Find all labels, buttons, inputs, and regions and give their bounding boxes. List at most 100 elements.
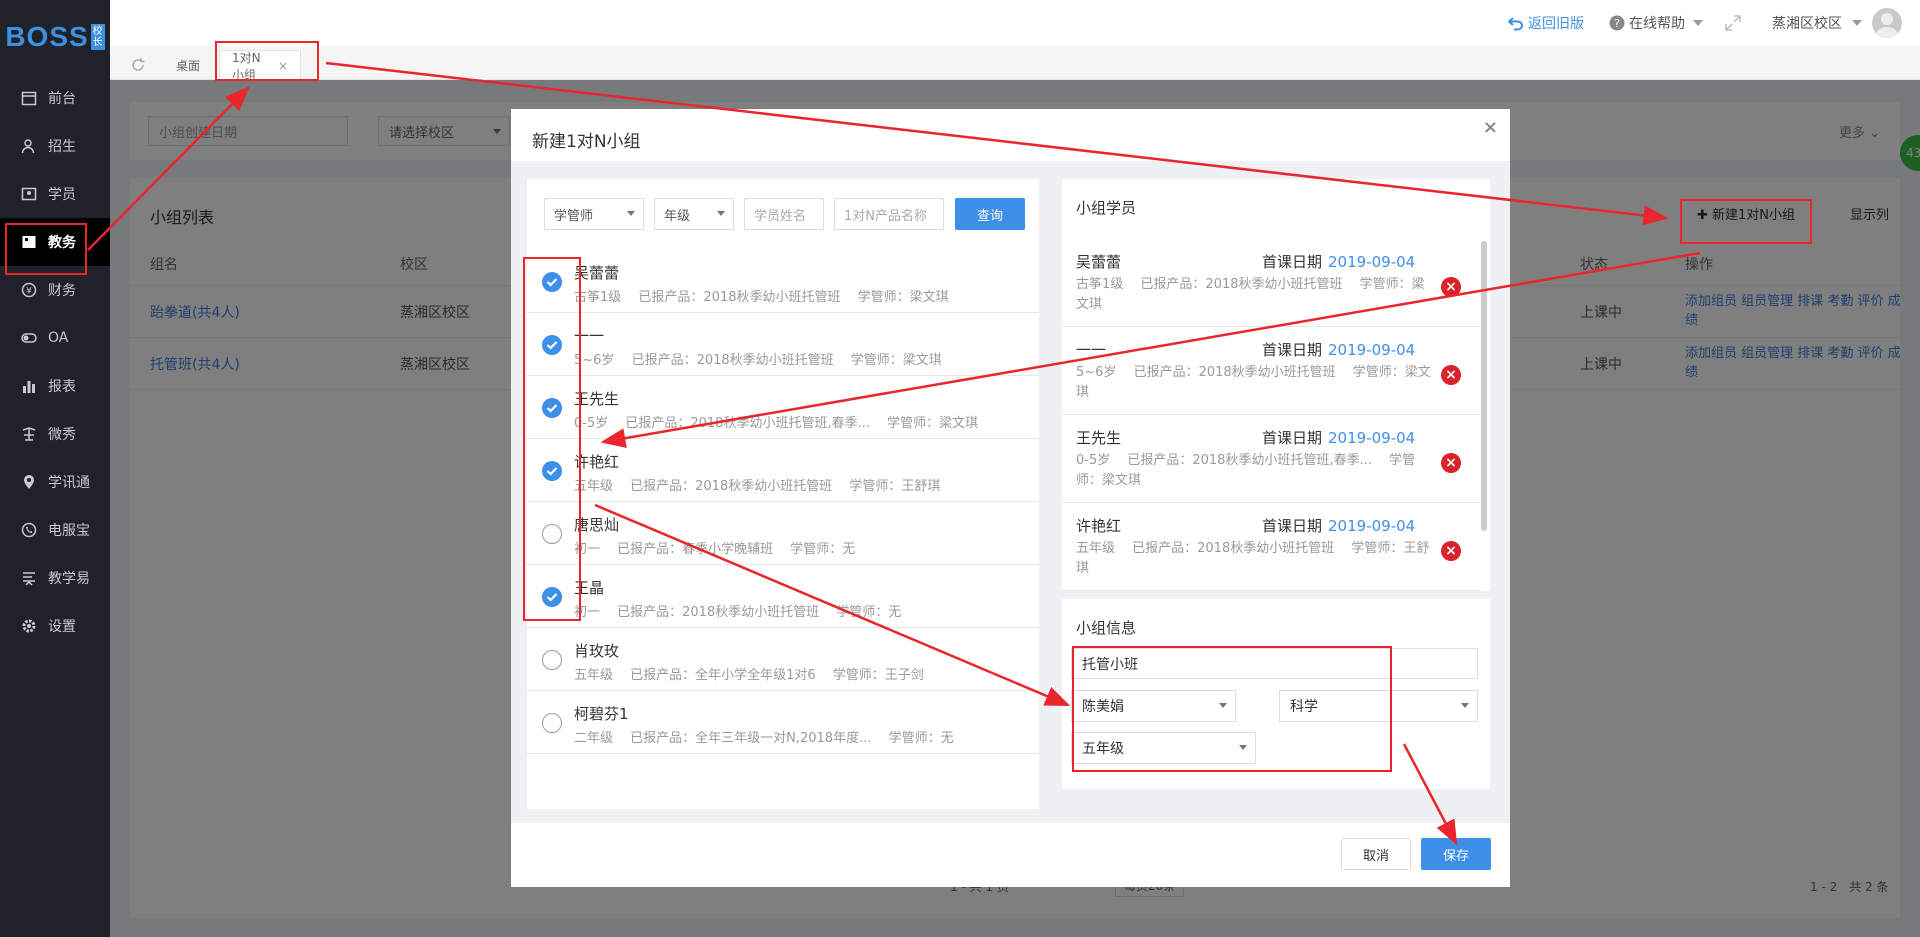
sidebar-nav: 前台 招生 学员 教务 ¥ 财务 OA 报表 微秀 学讯通 电服宝 教学易 设置 <box>0 74 110 650</box>
member-name: 王先生 <box>1076 429 1122 447</box>
sidebar-item-label: 学讯通 <box>48 475 90 491</box>
student-info: 五年级 已报产品：全年小学全年级1对6 学管师：王子剑 <box>574 668 924 683</box>
sidebar-item-0[interactable]: 前台 <box>0 74 110 122</box>
remove-member-icon[interactable]: × <box>1441 453 1461 473</box>
member-info: 古筝1级 已报产品：2018秋季幼小班托管班 学管师：梁文琪 <box>1076 277 1425 312</box>
student-name-input[interactable]: 学员姓名 <box>744 198 824 230</box>
chevron-down-icon <box>1461 703 1469 708</box>
first-class-date: 首课日期 2019-09-04 <box>1262 251 1415 272</box>
student-info: 5~6岁 已报产品：2018秋季幼小班托管班 学管师：梁文琪 <box>574 353 942 368</box>
student-row[interactable]: 一一 5~6岁 已报产品：2018秋季幼小班托管班 学管师：梁文琪 <box>527 313 1039 376</box>
member-name: 吴蕾蕾 <box>1076 253 1122 271</box>
brand-name: BOSS <box>5 21 89 52</box>
annotation-box <box>1680 199 1812 244</box>
cancel-button[interactable]: 取消 <box>1341 838 1411 870</box>
brand-badge: 校长 <box>90 24 105 50</box>
annotation-box <box>1072 646 1392 772</box>
student-row[interactable]: 吴蕾蕾 古筝1级 已报产品：2018秋季幼小班托管班 学管师：梁文琪 <box>527 250 1039 313</box>
modal-title: 新建1对N小组 <box>532 132 641 152</box>
sidebar-item-6[interactable]: 报表 <box>0 362 110 410</box>
close-icon[interactable]: × <box>1483 117 1498 138</box>
student-picker-panel: 学管师 年级 学员姓名 1对N产品名称 查询 吴蕾蕾 古筝1级 已报产品：2018… <box>527 179 1039 809</box>
sidebar-item-label: 微秀 <box>48 427 76 443</box>
first-class-date-value: 2019-09-04 <box>1328 429 1416 447</box>
first-class-date-value: 2019-09-04 <box>1328 517 1416 535</box>
svg-text:¥: ¥ <box>26 287 32 297</box>
svg-text:?: ? <box>1614 17 1620 30</box>
campus-label: 蒸湘区校区 <box>1772 16 1842 32</box>
user-add-icon <box>20 137 38 155</box>
student-info: 0-5岁 已报产品：2018秋季幼小班托管班,春季... 学管师：梁文琪 <box>574 416 979 431</box>
sidebar-item-7[interactable]: 微秀 <box>0 410 110 458</box>
student-info: 初一 已报产品：春季小学晚辅班 学管师：无 <box>574 542 856 557</box>
sidebar-item-label: 招生 <box>48 139 76 155</box>
grade-filter-select[interactable]: 年级 <box>654 198 734 230</box>
product-name-input[interactable]: 1对N产品名称 <box>834 198 944 230</box>
gear-icon <box>20 617 38 635</box>
student-row[interactable]: 王先生 0-5岁 已报产品：2018秋季幼小班托管班,春季... 学管师：梁文琪 <box>527 376 1039 439</box>
student-row[interactable]: 唐思灿 初一 已报产品：春季小学晚辅班 学管师：无 <box>527 502 1039 565</box>
sidebar-item-10[interactable]: 教学易 <box>0 554 110 602</box>
sidebar-item-label: 前台 <box>48 91 76 107</box>
chevron-down-icon <box>627 211 635 216</box>
unchecked-circle-icon[interactable] <box>542 650 562 670</box>
online-help-dropdown[interactable]: ? 在线帮助 <box>1609 0 1703 46</box>
back-old-version-link[interactable]: 返回旧版 <box>1508 0 1584 46</box>
sidebar-item-2[interactable]: 学员 <box>0 170 110 218</box>
member-info: 五年级 已报产品：2018秋季幼小班托管班 学管师：王舒琪 <box>1076 541 1430 576</box>
first-class-date-label: 首课日期 <box>1262 341 1323 359</box>
remove-member-icon[interactable]: × <box>1441 277 1461 297</box>
avatar[interactable] <box>1872 8 1902 38</box>
members-title: 小组学员 <box>1076 199 1137 217</box>
undo-icon <box>1508 17 1523 31</box>
members-scrollbar[interactable] <box>1481 241 1487 531</box>
first-class-date: 首课日期 2019-09-04 <box>1262 339 1415 360</box>
xiu-icon <box>20 425 38 443</box>
annotation-box <box>5 223 87 275</box>
sidebar-item-label: 教学易 <box>48 571 90 587</box>
teach-icon <box>20 569 38 587</box>
student-list: 吴蕾蕾 古筝1级 已报产品：2018秋季幼小班托管班 学管师：梁文琪 一一 5~6岁 … <box>527 250 1039 770</box>
sidebar: BOSS 校长 前台 招生 学员 教务 ¥ 财务 OA 报表 微秀 学讯通 电服宝 教学易 设置 <box>0 0 110 937</box>
remove-member-icon[interactable]: × <box>1441 365 1461 385</box>
unchecked-circle-icon[interactable] <box>542 713 562 733</box>
fullscreen-button[interactable] <box>1724 0 1742 46</box>
chevron-down-icon <box>717 211 725 216</box>
member-list: 吴蕾蕾 首课日期 2019-09-04 古筝1级 已报产品：2018秋季幼小班托管班 … <box>1062 239 1480 591</box>
annotation-box <box>215 41 319 81</box>
student-info: 古筝1级 已报产品：2018秋季幼小班托管班 学管师：梁文琪 <box>574 290 949 305</box>
logo[interactable]: BOSS 校长 <box>0 0 110 74</box>
location-icon <box>20 473 38 491</box>
tabs-bar: 桌面 1对N小组 × <box>110 46 1920 82</box>
sidebar-item-1[interactable]: 招生 <box>0 122 110 170</box>
query-button[interactable]: 查询 <box>955 198 1025 230</box>
first-class-date-label: 首课日期 <box>1262 517 1323 535</box>
sidebar-item-label: 电服宝 <box>48 523 90 539</box>
student-row[interactable]: 柯碧芬1 二年级 已报产品：全年三年级一对N,2018年度... 学管师：无 <box>527 691 1039 754</box>
member-row: 王先生 首课日期 2019-09-04 0-5岁 已报产品：2018秋季幼小班托管班,… <box>1062 415 1480 503</box>
sidebar-item-8[interactable]: 学讯通 <box>0 458 110 506</box>
student-row[interactable]: 许艳红 五年级 已报产品：2018秋季幼小班托管班 学管师：王舒琪 <box>527 439 1039 502</box>
student-name: 柯碧芬1 <box>574 705 629 723</box>
remove-member-icon[interactable]: × <box>1441 541 1461 561</box>
save-button[interactable]: 保存 <box>1421 838 1491 870</box>
expand-icon <box>1725 15 1741 31</box>
id-card-icon <box>20 185 38 203</box>
student-info: 初一 已报产品：2018秋季幼小班托管班 学管师：无 <box>574 605 902 620</box>
tab-desktop[interactable]: 桌面 <box>164 50 212 80</box>
sidebar-item-11[interactable]: 设置 <box>0 602 110 650</box>
first-class-date: 首课日期 2019-09-04 <box>1262 427 1415 448</box>
student-row[interactable]: 王晶 初一 已报产品：2018秋季幼小班托管班 学管师：无 <box>527 565 1039 628</box>
chevron-down-icon <box>1693 20 1703 26</box>
member-info: 0-5岁 已报产品：2018秋季幼小班托管班,春季... 学管师：梁文琪 <box>1076 453 1416 488</box>
member-row: 吴蕾蕾 首课日期 2019-09-04 古筝1级 已报产品：2018秋季幼小班托管班 … <box>1062 239 1480 327</box>
campus-switcher[interactable]: 蒸湘区校区 <box>1772 0 1902 46</box>
member-row: 许艳红 首课日期 2019-09-04 五年级 已报产品：2018秋季幼小班托管班 学… <box>1062 503 1480 591</box>
student-row[interactable]: 肖玫玫 五年级 已报产品：全年小学全年级1对6 学管师：王子剑 <box>527 628 1039 691</box>
sidebar-item-9[interactable]: 电服宝 <box>0 506 110 554</box>
sidebar-item-5[interactable]: OA <box>0 314 110 362</box>
refresh-button[interactable] <box>118 50 158 80</box>
yen-icon: ¥ <box>20 281 38 299</box>
teacher-filter-select[interactable]: 学管师 <box>544 198 644 230</box>
sidebar-item-label: 设置 <box>48 619 76 635</box>
